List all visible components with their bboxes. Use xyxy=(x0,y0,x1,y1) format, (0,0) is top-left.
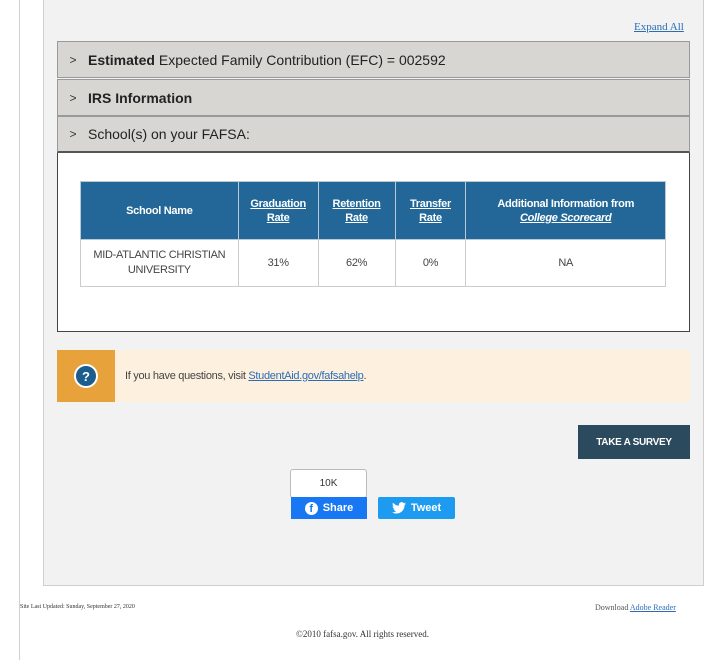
graduation-rate-link[interactable]: Graduation Rate xyxy=(250,198,306,224)
additional-info-cell: NA xyxy=(465,239,666,287)
adobe-reader-link[interactable]: Adobe Reader xyxy=(630,603,676,612)
chevron-right-icon: > xyxy=(69,52,77,67)
accordion-efc-bold: Estimated xyxy=(88,51,155,68)
chevron-right-icon: > xyxy=(69,127,77,141)
header-additional-info: Additional Information from College Scor… xyxy=(465,181,666,240)
facebook-icon: f xyxy=(304,501,318,515)
retention-rate-cell: 62% xyxy=(317,239,396,287)
school-name-cell: MID-ATLANTIC CHRISTIAN UNIVERSITY xyxy=(80,239,239,287)
last-updated-text: Site Last Updated: Sunday, September 27,… xyxy=(20,604,135,610)
accordion-efc-label: Expected Family Contribution (EFC) = 002… xyxy=(158,51,446,68)
table-header-row: School Name Graduation Rate Retention Rate… xyxy=(80,181,666,240)
help-icon-container: ? xyxy=(57,350,115,402)
accordion-schools-label: School(s) on your FAFSA: xyxy=(88,126,250,142)
retention-rate-link[interactable]: Retention Rate xyxy=(333,198,381,224)
transfer-rate-cell: 0% xyxy=(394,239,467,287)
studentaid-help-link[interactable]: StudentAid.gov/fafsahelp xyxy=(248,370,363,382)
accordion-irs[interactable]: > IRS Information xyxy=(57,79,690,116)
download-reader: Download Adobe Reader xyxy=(595,603,676,612)
graduation-rate-cell: 31% xyxy=(237,239,319,287)
accordion-irs-label: IRS Information xyxy=(88,89,193,106)
schools-panel: School Name Graduation Rate Retention Rate… xyxy=(57,153,690,332)
header-graduation-rate: Graduation Rate xyxy=(237,181,319,240)
share-count-badge: 10K xyxy=(290,469,367,498)
chevron-right-icon: > xyxy=(69,90,77,105)
accordion-schools[interactable]: > School(s) on your FAFSA: xyxy=(57,116,690,153)
facebook-share-label: Share xyxy=(322,502,354,514)
table-row: MID-ATLANTIC CHRISTIAN UNIVERSITY 31% 62… xyxy=(80,239,666,287)
twitter-bird-icon xyxy=(391,502,406,514)
expand-all-link[interactable]: Expand All xyxy=(634,21,684,33)
header-transfer-rate: Transfer Rate xyxy=(394,181,467,240)
copyright-text: ©2010 fafsa.gov. All rights reserved. xyxy=(296,629,429,639)
facebook-share-button[interactable]: f Share xyxy=(291,497,367,519)
tweet-label: Tweet xyxy=(410,502,442,514)
take-survey-button[interactable]: TAKE A SURVEY xyxy=(578,425,690,459)
college-scorecard-link[interactable]: College Scorecard xyxy=(520,212,612,224)
header-retention-rate: Retention Rate xyxy=(317,181,396,240)
transfer-rate-link[interactable]: Transfer Rate xyxy=(410,198,451,224)
header-school-name: School Name xyxy=(80,181,239,240)
left-divider xyxy=(19,0,20,660)
question-mark-icon: ? xyxy=(74,364,98,388)
accordion-efc[interactable]: > Estimated Expected Family Contribution… xyxy=(57,41,690,78)
schools-table: School Name Graduation Rate Retention Rate… xyxy=(80,181,666,287)
help-banner: ? If you have questions, visit StudentAi… xyxy=(57,350,690,402)
tweet-button[interactable]: Tweet xyxy=(378,497,455,519)
help-text: If you have questions, visit StudentAid.… xyxy=(125,370,367,382)
